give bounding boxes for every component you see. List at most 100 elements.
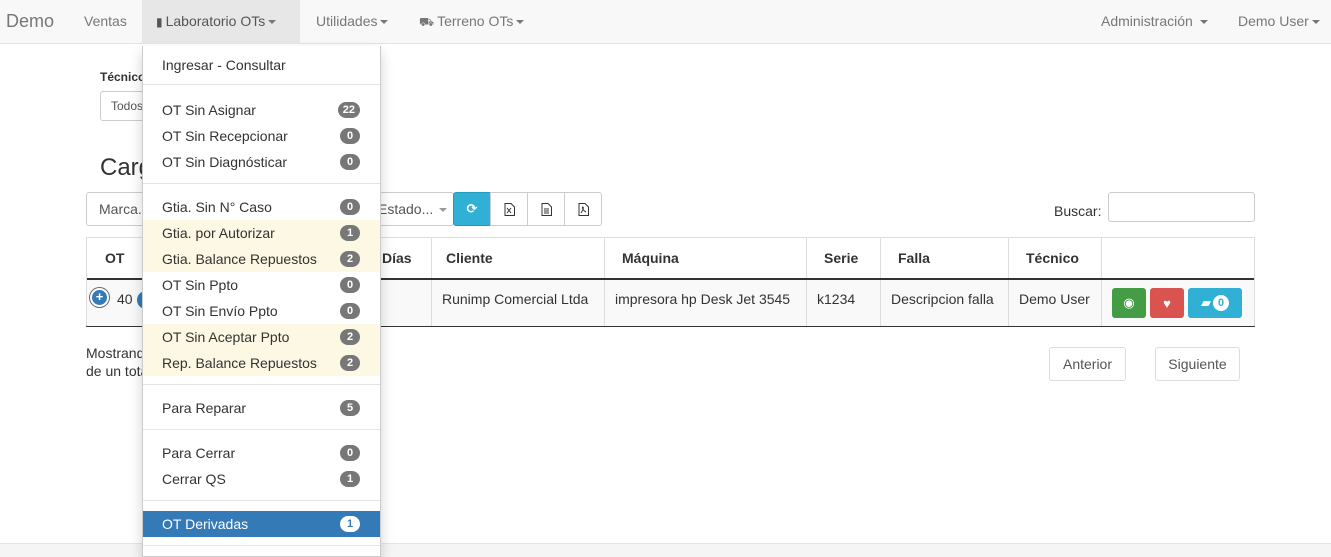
menu-item-label: OT Derivadas	[162, 516, 249, 532]
building-icon: ▮	[156, 15, 163, 29]
comments-count: 0	[1212, 295, 1230, 311]
caret-down-icon	[439, 208, 448, 213]
count-badge: 22	[337, 102, 360, 118]
menu-divider	[143, 384, 380, 385]
menu-item-label: OT Sin Diagnósticar	[162, 154, 288, 170]
search-input[interactable]	[1108, 192, 1255, 222]
menu-item-label: Para Reparar	[162, 400, 247, 416]
health-button[interactable]: ♥	[1150, 288, 1184, 318]
cell-cliente: Runimp Comercial Ltda	[432, 280, 605, 326]
menu-divider	[143, 500, 380, 501]
truck-icon: ⛟	[419, 15, 435, 29]
menu-divider	[143, 429, 380, 430]
export-pdf-button[interactable]	[564, 192, 602, 226]
count-badge: 1	[340, 471, 360, 487]
caret-down-icon	[516, 20, 525, 25]
count-badge: 0	[340, 445, 360, 461]
text-file-icon	[541, 202, 552, 216]
tecnico-label: Técnico	[100, 70, 146, 84]
menu-item-gtia-balance-repuestos[interactable]: Gtia. Balance Repuestos 2	[143, 246, 380, 272]
menu-item-ot-sin-aceptar-ppto[interactable]: OT Sin Aceptar Ppto 2	[143, 324, 380, 350]
menu-item-label: Ingresar - Consultar	[162, 57, 286, 73]
export-text-button[interactable]	[527, 192, 565, 226]
count-badge: 2	[340, 251, 360, 267]
caret-down-icon	[380, 20, 389, 25]
search-label: Buscar:	[1054, 203, 1102, 219]
menu-divider	[143, 84, 380, 85]
menu-item-ot-sin-recepcionar[interactable]: OT Sin Recepcionar 0	[143, 123, 380, 149]
nav-laboratorio-ots[interactable]: ▮ Laboratorio OTs	[142, 0, 300, 44]
comment-icon: ▰	[1200, 295, 1211, 310]
column-header-ot[interactable]: OT	[87, 238, 143, 279]
column-header-falla[interactable]: Falla	[881, 238, 1009, 279]
menu-item-para-cerrar[interactable]: Para Cerrar 0	[143, 440, 380, 466]
caret-down-icon	[268, 20, 277, 25]
eye-icon: ◉	[1123, 295, 1135, 310]
laboratorio-dropdown-menu: Ingresar - Consultar OT Sin Asignar 22 OT…	[142, 46, 381, 557]
count-badge: 1	[340, 225, 360, 241]
menu-item-label: Rep. Balance Repuestos	[162, 355, 317, 371]
view-button[interactable]: ◉	[1112, 288, 1146, 318]
menu-item-label: OT Sin Aceptar Ppto	[162, 329, 290, 345]
count-badge: 5	[340, 400, 360, 416]
nav-administracion-label: Administración	[1101, 13, 1193, 29]
menu-item-ot-derivadas[interactable]: OT Derivadas 1	[143, 511, 380, 537]
menu-item-ingresar-consultar[interactable]: Ingresar - Consultar	[143, 52, 380, 78]
menu-item-para-reparar[interactable]: Para Reparar 5	[143, 395, 380, 421]
menu-item-label: OT Sin Ppto	[162, 277, 239, 293]
excel-file-icon	[504, 202, 515, 216]
nav-administracion[interactable]: Administración	[1101, 0, 1208, 44]
nav-utilidades[interactable]: Utilidades	[316, 0, 389, 44]
nav-utilidades-label: Utilidades	[316, 13, 378, 29]
pdf-file-icon	[578, 202, 589, 216]
menu-item-ot-sin-diagnosticar[interactable]: OT Sin Diagnósticar 0	[143, 149, 380, 175]
cell-maquina: impresora hp Desk Jet 3545	[605, 280, 807, 326]
caret-down-icon	[1311, 20, 1320, 25]
cell-serie: k1234	[807, 280, 881, 326]
cell-tecnico: Demo User	[1009, 280, 1102, 326]
menu-item-label: OT Sin Recepcionar	[162, 128, 288, 144]
nav-laboratorio-ots-label: Laboratorio OTs	[165, 13, 266, 29]
nav-terreno-ots[interactable]: ⛟ Terreno OTs	[419, 0, 525, 44]
menu-item-ot-sin-ppto[interactable]: OT Sin Ppto 0	[143, 272, 380, 298]
column-header-serie[interactable]: Serie	[807, 238, 881, 279]
count-badge: 2	[340, 329, 360, 345]
menu-item-label: Cerrar QS	[162, 471, 226, 487]
count-badge: 0	[340, 303, 360, 319]
count-badge: 1	[340, 516, 360, 532]
menu-item-cerrar-qs[interactable]: Cerrar QS 1	[143, 466, 380, 492]
heartbeat-icon: ♥	[1163, 295, 1171, 311]
menu-item-label: Para Cerrar	[162, 445, 236, 461]
menu-divider	[143, 545, 380, 546]
toolbar-button-group: ⟳	[453, 192, 602, 226]
nav-user-label: Demo User	[1238, 13, 1309, 29]
menu-item-ot-sin-envio-ppto[interactable]: OT Sin Envío Ppto 0	[143, 298, 380, 324]
menu-item-label: Gtia. Sin N° Caso	[162, 199, 272, 215]
column-header-actions	[1102, 238, 1254, 279]
menu-item-rep-balance-repuestos[interactable]: Rep. Balance Repuestos 2	[143, 350, 380, 376]
column-header-cliente[interactable]: Cliente	[432, 238, 605, 279]
export-excel-button[interactable]	[490, 192, 528, 226]
count-badge: 2	[340, 355, 360, 371]
menu-item-gtia-por-autorizar[interactable]: Gtia. por Autorizar 1	[143, 220, 380, 246]
cell-falla: Descripcion falla	[881, 280, 1009, 326]
menu-item-ot-sin-asignar[interactable]: OT Sin Asignar 22	[143, 97, 380, 123]
previous-page-button[interactable]: Anterior	[1049, 347, 1126, 381]
next-page-button[interactable]: Siguiente	[1155, 347, 1240, 381]
count-badge: 0	[340, 277, 360, 293]
count-badge: 0	[340, 154, 360, 170]
expand-row-icon[interactable]: +	[92, 290, 107, 305]
ot-number: 40	[117, 291, 133, 307]
column-header-maquina[interactable]: Máquina	[605, 238, 807, 279]
menu-item-label: OT Sin Envío Ppto	[162, 303, 278, 319]
comments-button[interactable]: ▰ 0	[1188, 288, 1242, 318]
refresh-button[interactable]: ⟳	[453, 192, 491, 226]
top-navbar: Demo Ventas ▮ Laboratorio OTs Utilidades …	[0, 0, 1331, 44]
menu-item-label: OT Sin Asignar	[162, 102, 256, 118]
nav-user-menu[interactable]: Demo User	[1238, 0, 1320, 44]
nav-terreno-ots-label: Terreno OTs	[437, 13, 514, 29]
column-header-tecnico[interactable]: Técnico	[1009, 238, 1102, 279]
nav-ventas[interactable]: Ventas	[84, 0, 127, 44]
brand-logo[interactable]: Demo	[6, 0, 54, 44]
menu-item-gtia-sin-caso[interactable]: Gtia. Sin N° Caso 0	[143, 194, 380, 220]
